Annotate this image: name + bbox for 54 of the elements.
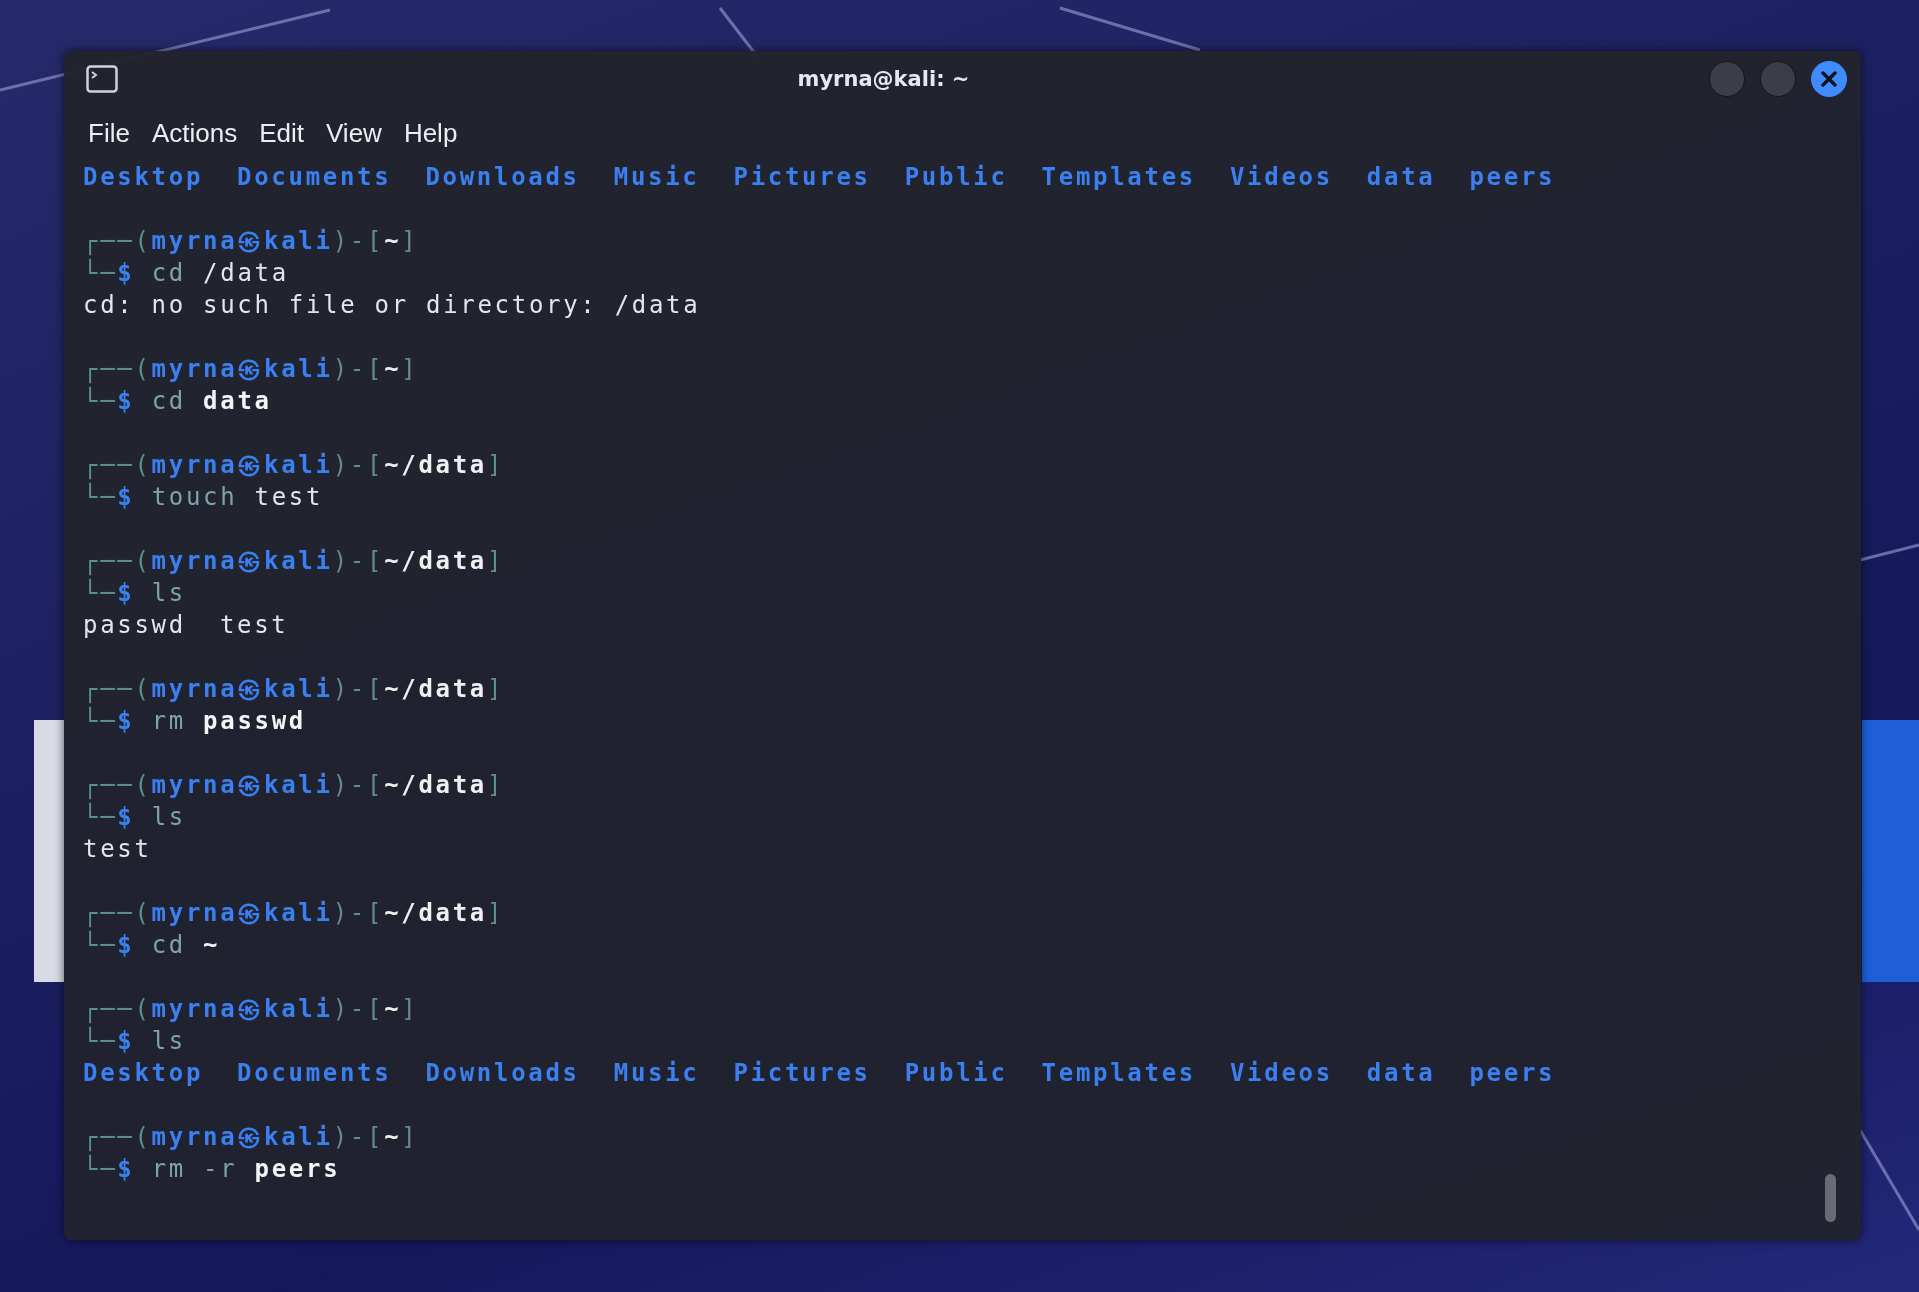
- menu-item[interactable]: File: [80, 115, 138, 151]
- directory-name: Downloads: [425, 162, 580, 193]
- maximize-button[interactable]: [1760, 61, 1796, 97]
- directory-name: peers: [1469, 1058, 1556, 1089]
- command-line: └─$ rm -r peers: [83, 1153, 341, 1185]
- command-line: └─$ cd data: [83, 385, 272, 417]
- file-name: test: [219, 610, 289, 641]
- directory-name: data: [1366, 162, 1436, 193]
- directory-name: data: [1366, 1058, 1436, 1089]
- directory-name: Music: [613, 162, 700, 193]
- terminal-icon: [86, 65, 118, 93]
- menu-item[interactable]: Actions: [143, 115, 246, 151]
- close-icon: [1821, 71, 1837, 87]
- prompt-line: ┌──(myrna㉿kali)-[~/data]: [83, 546, 505, 577]
- menu-item[interactable]: Help: [395, 115, 466, 151]
- directory-name: Music: [613, 1058, 700, 1089]
- window-title: myrna@kali: ~: [796, 67, 971, 91]
- command-line: └─$ cd ~: [83, 929, 221, 961]
- command-line: └─$ ls: [83, 801, 186, 833]
- prompt-line: ┌──(myrna㉿kali)-[~]: [83, 1122, 419, 1153]
- close-button[interactable]: [1811, 61, 1847, 97]
- command-line: └─$ touch test: [83, 481, 324, 513]
- directory-name: Pictures: [733, 162, 871, 193]
- directory-name: Desktop: [83, 162, 204, 193]
- minimize-button[interactable]: [1709, 61, 1745, 97]
- command-line: └─$ ls: [83, 1025, 186, 1057]
- command-line: └─$ cd /data: [83, 257, 289, 289]
- menu-item[interactable]: View: [318, 115, 390, 151]
- directory-name: peers: [1469, 162, 1556, 193]
- directory-name: Desktop: [83, 1058, 204, 1089]
- prompt-line: ┌──(myrna㉿kali)-[~/data]: [83, 450, 505, 481]
- command-line: └─$ ls: [83, 577, 186, 609]
- file-name: test: [83, 834, 152, 865]
- prompt-line: ┌──(myrna㉿kali)-[~/data]: [83, 770, 505, 801]
- file-name: passwd: [83, 610, 186, 641]
- directory-name: Documents: [237, 162, 392, 193]
- directory-name: Templates: [1041, 162, 1196, 193]
- directory-name: Templates: [1041, 1058, 1196, 1089]
- directory-name: Downloads: [425, 1058, 580, 1089]
- prompt-line: ┌──(myrna㉿kali)-[~]: [83, 354, 419, 385]
- directory-name: Documents: [237, 1058, 392, 1089]
- prompt-line: ┌──(myrna㉿kali)-[~/data]: [83, 674, 505, 705]
- scrollbar-thumb[interactable]: [1825, 1174, 1836, 1222]
- directory-name: Public: [904, 162, 1008, 193]
- prompt-line: ┌──(myrna㉿kali)-[~]: [83, 994, 419, 1025]
- directory-name: Pictures: [733, 1058, 871, 1089]
- output-text: cd: no such file or directory: /data: [83, 290, 701, 321]
- directory-name: Public: [904, 1058, 1008, 1089]
- directory-name: Videos: [1229, 162, 1333, 193]
- prompt-line: ┌──(myrna㉿kali)-[~]: [83, 226, 419, 257]
- menu-item[interactable]: Edit: [251, 115, 312, 151]
- directory-name: Videos: [1229, 1058, 1333, 1089]
- command-line: └─$ rm passwd: [83, 705, 306, 737]
- prompt-line: ┌──(myrna㉿kali)-[~/data]: [83, 898, 505, 929]
